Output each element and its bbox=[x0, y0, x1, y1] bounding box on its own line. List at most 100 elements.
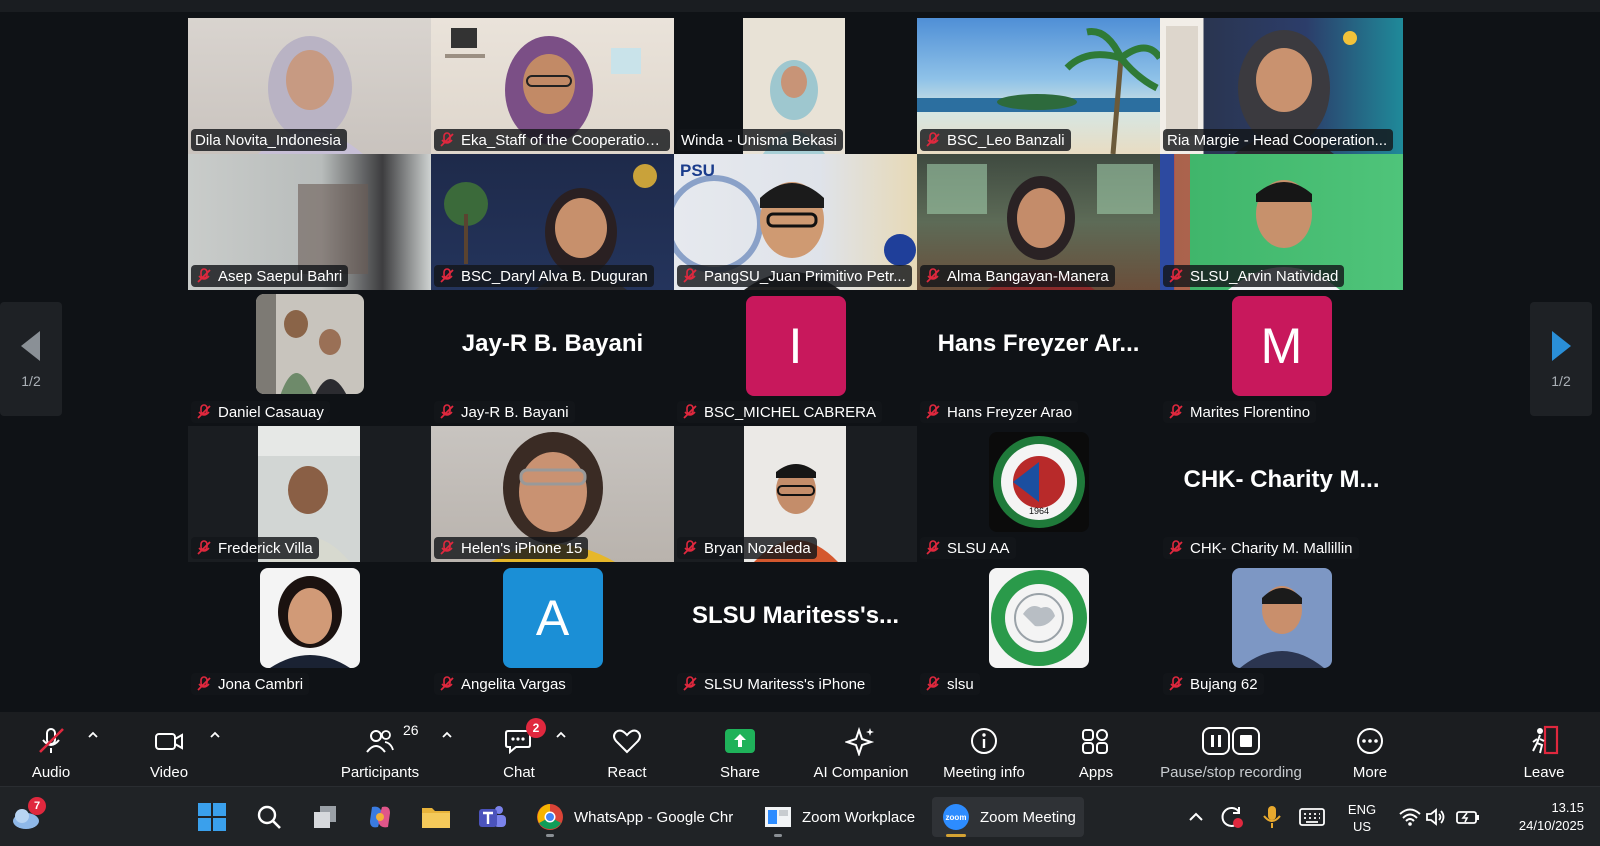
participant-tile[interactable]: CHK- Charity M... CHK- Charity M. Mallil… bbox=[1160, 426, 1403, 562]
participant-tile[interactable]: BSC_Daryl Alva B. Duguran bbox=[431, 154, 674, 290]
next-page-button[interactable]: 1/2 bbox=[1530, 302, 1592, 416]
taskbar-app-zoom-workplace[interactable]: Zoom Workplace bbox=[754, 797, 923, 837]
participant-tile[interactable]: Bujang 62 bbox=[1160, 562, 1403, 698]
participants-button[interactable]: 26 Participants bbox=[330, 712, 430, 786]
participant-name-tag: Jay-R B. Bayani bbox=[434, 401, 575, 423]
participant-tile[interactable]: M Marites Florentino bbox=[1160, 290, 1403, 426]
participant-tile-active-speaker[interactable]: Ria Margie - Head Cooperation... bbox=[1160, 18, 1403, 154]
volume-button[interactable] bbox=[1420, 797, 1452, 837]
participant-tile[interactable]: Frederick Villa bbox=[188, 426, 431, 562]
participant-tile[interactable]: PSU PangSU_Juan Primitivo Petr... bbox=[674, 154, 917, 290]
participant-name-tag: Ria Margie - Head Cooperation... bbox=[1163, 129, 1394, 151]
participant-name-tag: PangSU_Juan Primitivo Petr... bbox=[677, 265, 912, 287]
audio-label: Audio bbox=[31, 764, 71, 781]
weather-widget[interactable]: 7 bbox=[10, 797, 46, 837]
participant-name-tag: BSC_Leo Banzali bbox=[920, 129, 1071, 151]
chat-options-chevron-up-icon[interactable] bbox=[554, 728, 568, 742]
battery-button[interactable] bbox=[1452, 797, 1484, 837]
participant-tile[interactable]: Winda - Unisma Bekasi bbox=[674, 18, 917, 154]
share-screen-button[interactable]: Share bbox=[710, 712, 770, 786]
video-button[interactable]: Video bbox=[140, 712, 198, 786]
participant-tile[interactable]: Alma Bangayan-Manera bbox=[917, 154, 1160, 290]
participant-tile[interactable]: 1964 SLSU AA bbox=[917, 426, 1160, 562]
pause-stop-recording-button[interactable]: Pause/stop recording bbox=[1156, 712, 1306, 786]
touch-keyboard-button[interactable] bbox=[1296, 797, 1328, 837]
input-language-indicator[interactable]: ENG US bbox=[1346, 801, 1378, 835]
participant-name-tag: Daniel Casauay bbox=[191, 401, 330, 423]
copilot-icon bbox=[370, 806, 390, 828]
sync-status-icon-button[interactable] bbox=[1216, 797, 1248, 837]
participant-tile[interactable]: Hans Freyzer Ar... Hans Freyzer Arao bbox=[917, 290, 1160, 426]
show-hidden-icons-button[interactable] bbox=[1180, 797, 1212, 837]
participant-tile[interactable]: Asep Saepul Bahri bbox=[188, 154, 431, 290]
leave-door-icon bbox=[1532, 725, 1559, 755]
video-options-chevron-up-icon[interactable] bbox=[208, 728, 222, 742]
teams-button[interactable] bbox=[476, 797, 508, 837]
participant-tile[interactable]: SLSU Maritess's... SLSU Maritess's iPhon… bbox=[674, 562, 917, 698]
chat-button[interactable]: 2 Chat bbox=[488, 712, 550, 786]
gallery-grid: Dila Novita_Indonesia Eka_Staff of the C… bbox=[188, 18, 1403, 708]
ai-companion-button[interactable]: AI Companion bbox=[806, 712, 916, 786]
wifi-icon bbox=[1399, 808, 1421, 826]
previous-page-button[interactable]: 1/2 bbox=[0, 302, 62, 416]
copilot-button[interactable] bbox=[364, 797, 396, 837]
microphone-in-use-icon-button[interactable] bbox=[1256, 797, 1288, 837]
task-view-icon bbox=[314, 806, 336, 828]
system-clock[interactable]: 13.15 24/10/2025 bbox=[1519, 799, 1584, 835]
participant-name-tag: SLSU Maritess's iPhone bbox=[677, 673, 872, 695]
participant-tile[interactable]: SLSU_Arvin Natividad bbox=[1160, 154, 1403, 290]
participant-tile[interactable]: slsu bbox=[917, 562, 1160, 698]
participant-name-tag: SLSU_Arvin Natividad bbox=[1163, 265, 1345, 287]
chevron-up-icon bbox=[1189, 812, 1203, 821]
taskbar-app-whatsapp-chrome[interactable]: WhatsApp - Google Chr bbox=[526, 797, 741, 837]
participant-name-tag: slsu bbox=[920, 673, 980, 695]
meeting-info-button[interactable]: Meeting info bbox=[934, 712, 1034, 786]
participant-tile[interactable]: A Angelita Vargas bbox=[431, 562, 674, 698]
apps-label: Apps bbox=[1078, 764, 1114, 781]
arrow-left-icon bbox=[21, 331, 40, 361]
participant-name-tag: Helen's iPhone 15 bbox=[434, 537, 589, 559]
participant-tile[interactable]: Dila Novita_Indonesia bbox=[188, 18, 431, 154]
apps-button[interactable]: Apps bbox=[1066, 712, 1126, 786]
audio-button[interactable]: Audio bbox=[22, 712, 80, 786]
pause-stop-recording-icon bbox=[1202, 727, 1260, 755]
participants-options-chevron-up-icon[interactable] bbox=[440, 728, 454, 742]
more-button[interactable]: More bbox=[1340, 712, 1400, 786]
participant-tile[interactable]: I BSC_MICHEL CABRERA bbox=[674, 290, 917, 426]
region-code: US bbox=[1352, 819, 1372, 834]
file-explorer-button[interactable] bbox=[420, 797, 452, 837]
muted-mic-icon bbox=[1169, 676, 1183, 691]
task-view-button[interactable] bbox=[309, 797, 341, 837]
participant-tile[interactable]: Eka_Staff of the Cooperation... bbox=[431, 18, 674, 154]
participant-tile[interactable]: Jay-R B. Bayani Jay-R B. Bayani bbox=[431, 290, 674, 426]
participant-name-tag: Bujang 62 bbox=[1163, 673, 1264, 695]
window-top-bar bbox=[0, 0, 1600, 12]
participant-display-name: SLSU Maritess's... bbox=[691, 602, 900, 629]
leave-button[interactable]: Leave bbox=[1514, 712, 1574, 786]
participant-tile[interactable]: BSC_Leo Banzali bbox=[917, 18, 1160, 154]
participant-tile[interactable]: Jona Cambri bbox=[188, 562, 431, 698]
muted-mic-icon bbox=[197, 404, 211, 419]
participant-tile[interactable]: Daniel Casauay bbox=[188, 290, 431, 426]
participant-tile[interactable]: Helen's iPhone 15 bbox=[431, 426, 674, 562]
participant-display-name: Hans Freyzer Ar... bbox=[937, 330, 1140, 357]
ai-companion-label: AI Companion bbox=[813, 764, 909, 781]
sparkle-icon bbox=[845, 726, 875, 756]
language-code: ENG bbox=[1347, 802, 1377, 817]
participant-tile[interactable]: Bryan Nozaleda bbox=[674, 426, 917, 562]
search-button[interactable] bbox=[253, 797, 285, 837]
participant-name-tag: Bryan Nozaleda bbox=[677, 537, 817, 559]
taskbar-app-zoom-meeting[interactable]: zoom Zoom Meeting bbox=[932, 797, 1084, 837]
muted-mic-icon bbox=[1169, 268, 1183, 283]
muted-mic-icon bbox=[683, 404, 697, 419]
start-button[interactable] bbox=[196, 797, 228, 837]
participant-name-tag: Frederick Villa bbox=[191, 537, 319, 559]
participant-name-tag: CHK- Charity M. Mallillin bbox=[1163, 537, 1359, 559]
participants-icon bbox=[366, 730, 394, 753]
participant-name-tag: BSC_Daryl Alva B. Duguran bbox=[434, 265, 654, 287]
chat-label: Chat bbox=[503, 764, 535, 781]
psu-logo-text: PSU bbox=[680, 161, 715, 180]
audio-options-chevron-up-icon[interactable] bbox=[86, 728, 100, 742]
participants-label: Participants bbox=[340, 764, 420, 781]
react-button[interactable]: React bbox=[596, 712, 658, 786]
